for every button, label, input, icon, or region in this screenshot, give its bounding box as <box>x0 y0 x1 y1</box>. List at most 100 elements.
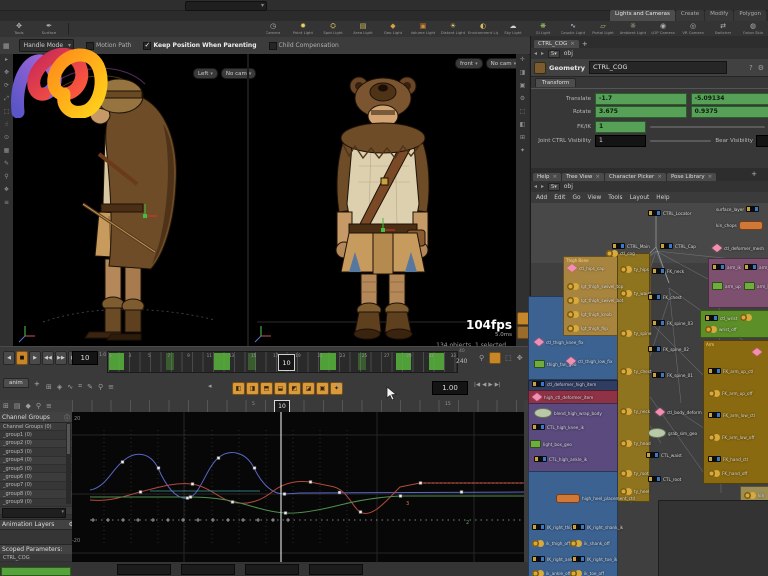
viewport-side-view[interactable] <box>13 54 247 346</box>
network-node[interactable] <box>740 314 754 321</box>
prev-key-icon[interactable]: ◂ <box>208 382 212 390</box>
node-path[interactable]: obj <box>564 50 573 57</box>
shelf-tool[interactable]: ☼ Ambient Light <box>618 23 648 36</box>
shelf-tab[interactable]: Polygon <box>734 10 766 21</box>
parameter-tab[interactable]: CTRL_COG <box>534 40 579 48</box>
scope-cell[interactable] <box>181 563 235 575</box>
slider-value-field[interactable]: 1 <box>595 120 646 133</box>
channel-tool-icon[interactable]: ⚲ <box>36 402 41 410</box>
channel-tool-icon[interactable]: ▤ <box>14 402 21 410</box>
menu-item[interactable]: Layout <box>630 195 650 201</box>
network-node[interactable]: ty_chest <box>620 368 652 375</box>
menu-item[interactable]: Go <box>572 195 580 201</box>
network-node[interactable]: ik_ankle_off <box>532 570 571 576</box>
shelf-tool[interactable]: ∿ Caustic Light <box>558 23 588 36</box>
flipbook-button[interactable] <box>517 326 530 339</box>
channel-group-row[interactable]: _group8 (0) <box>0 490 72 499</box>
keyframe-tool-button[interactable]: ⬓ <box>274 382 287 395</box>
transform-folder-tab[interactable]: Transform <box>535 78 577 87</box>
network-node[interactable]: kin_chops <box>716 221 763 230</box>
network-node[interactable]: FK_hand_off <box>708 470 747 477</box>
timeline-options-icon[interactable]: ⬚ <box>505 354 512 362</box>
network-node[interactable]: FK_spine_03 <box>652 320 693 326</box>
toolbar-icon[interactable]: ▣ <box>520 83 526 89</box>
network-node[interactable]: ik_shank_off <box>570 540 610 547</box>
channel-group-row[interactable]: _group5 (0) <box>0 464 72 474</box>
slider-value-field[interactable]: 1 <box>595 134 646 147</box>
toolbar-icon[interactable]: ❖ <box>4 187 9 193</box>
group-filter-dropdown[interactable] <box>2 508 66 518</box>
add-pane-tab-button[interactable]: + <box>751 170 757 178</box>
cut-field[interactable] <box>756 134 768 147</box>
toolbar-icon[interactable]: ⬚ <box>520 109 526 115</box>
pane-tab[interactable]: Pose Library <box>666 173 717 181</box>
close-icon[interactable] <box>567 41 575 47</box>
parameter-value-field[interactable]: 3.675 <box>595 105 687 118</box>
keyframe-tool-button[interactable]: ◩ <box>288 382 301 395</box>
shelf-tool[interactable]: ✒ Surface <box>34 23 64 36</box>
timeline-settings-icon[interactable]: ✥ <box>517 354 523 362</box>
shelf-tool[interactable]: ◉ LOP Camera <box>648 23 678 36</box>
shelf-tool[interactable]: ◷ Camera <box>258 23 288 36</box>
network-node[interactable]: CTRL_Cap <box>660 243 696 249</box>
snapshot-button[interactable] <box>517 312 530 325</box>
parameter-slider[interactable] <box>650 139 712 142</box>
menu-item[interactable]: Help <box>656 195 669 201</box>
transport-button[interactable]: ■ <box>16 351 28 365</box>
transport-button[interactable]: ◀◀ <box>42 351 54 365</box>
back-icon[interactable]: ◂ <box>534 50 537 57</box>
network-node[interactable]: IK_right_shank_ik <box>572 524 623 530</box>
network-node[interactable] <box>752 348 764 356</box>
network-node[interactable]: arm_up <box>712 282 741 290</box>
pane-tab[interactable]: Tree View <box>562 173 605 181</box>
toolbar-icon[interactable]: ✥ <box>4 70 9 76</box>
scope-cell[interactable] <box>245 563 299 575</box>
toolbar-icon[interactable]: ◧ <box>520 122 526 128</box>
channel-tool-icon[interactable]: ≡ <box>46 402 52 410</box>
toolbar-icon[interactable]: ⟳ <box>4 83 9 89</box>
network-node[interactable]: ctl_hips_cap <box>567 264 604 272</box>
shelf-tool[interactable]: ▱ Portal Light <box>588 23 618 36</box>
toolbar-icon[interactable]: ◨ <box>520 70 526 76</box>
channel-group-row[interactable]: _group3 (0) <box>0 448 72 457</box>
network-node[interactable]: FK_chest <box>648 294 682 300</box>
toolbar-icon[interactable]: ⊙ <box>4 135 9 141</box>
view-menu-button[interactable]: front <box>455 58 483 69</box>
viewport-front-view[interactable] <box>249 54 516 346</box>
network-node[interactable]: ty_neck <box>620 408 650 415</box>
scoped-channel-bar[interactable] <box>1 567 71 576</box>
shelf-tool[interactable]: ⛭ Spot Light <box>318 23 348 36</box>
pane-tab[interactable]: Character Picker <box>605 173 666 181</box>
network-node[interactable]: lgt_thigh_swivel_top <box>567 283 623 290</box>
graph-tool-icon[interactable]: ∿ <box>67 383 73 391</box>
toolbar-icon[interactable]: ⬚ <box>4 109 10 115</box>
keyframe-tool-button[interactable]: ◪ <box>302 382 315 395</box>
network-node[interactable]: FK_spine_02 <box>648 346 689 352</box>
scope-cell[interactable] <box>309 563 363 575</box>
network-node[interactable]: ty_head <box>620 440 651 447</box>
channel-group-row[interactable]: _group4 (0) <box>0 456 72 465</box>
network-node[interactable]: high_heel_placement_ctrl <box>556 494 635 503</box>
parameter-value-field[interactable]: -1.7 <box>595 92 687 105</box>
graph-frame-field[interactable]: 1.00 <box>432 381 468 395</box>
network-node[interactable]: surface_layer <box>716 206 760 212</box>
scope-cell[interactable] <box>117 563 171 575</box>
shelf-tool[interactable]: ◆ Geo Light <box>378 23 408 36</box>
frame-nav-button[interactable]: |◀ <box>474 382 480 388</box>
channel-tool-icon[interactable]: ⊞ <box>3 402 9 410</box>
shelf-tab[interactable]: Modify <box>705 10 734 21</box>
network-node[interactable]: ctl_deformer_high_item <box>532 381 596 387</box>
network-node[interactable]: arm_lo <box>744 282 768 290</box>
network-node[interactable]: CTL_high_knee_ik <box>532 424 584 430</box>
pane-tab[interactable]: Help <box>533 173 562 181</box>
scoped-parameter-item[interactable]: CTRL_COG <box>0 554 72 563</box>
channel-group-row[interactable]: Channel Groups (0) <box>0 423 72 432</box>
playhead[interactable]: 10 <box>278 354 295 371</box>
menu-item[interactable]: View <box>588 195 602 201</box>
network-path[interactable]: obj <box>564 183 573 190</box>
shelf-tool[interactable]: ✹ Point Light <box>288 23 318 36</box>
shelf-tool[interactable]: ☀ Distant Light <box>438 23 468 36</box>
viewport-splitter[interactable] <box>247 54 249 346</box>
network-node[interactable]: ty_waist <box>620 290 651 297</box>
network-node[interactable]: FK_spine_01 <box>652 372 693 378</box>
